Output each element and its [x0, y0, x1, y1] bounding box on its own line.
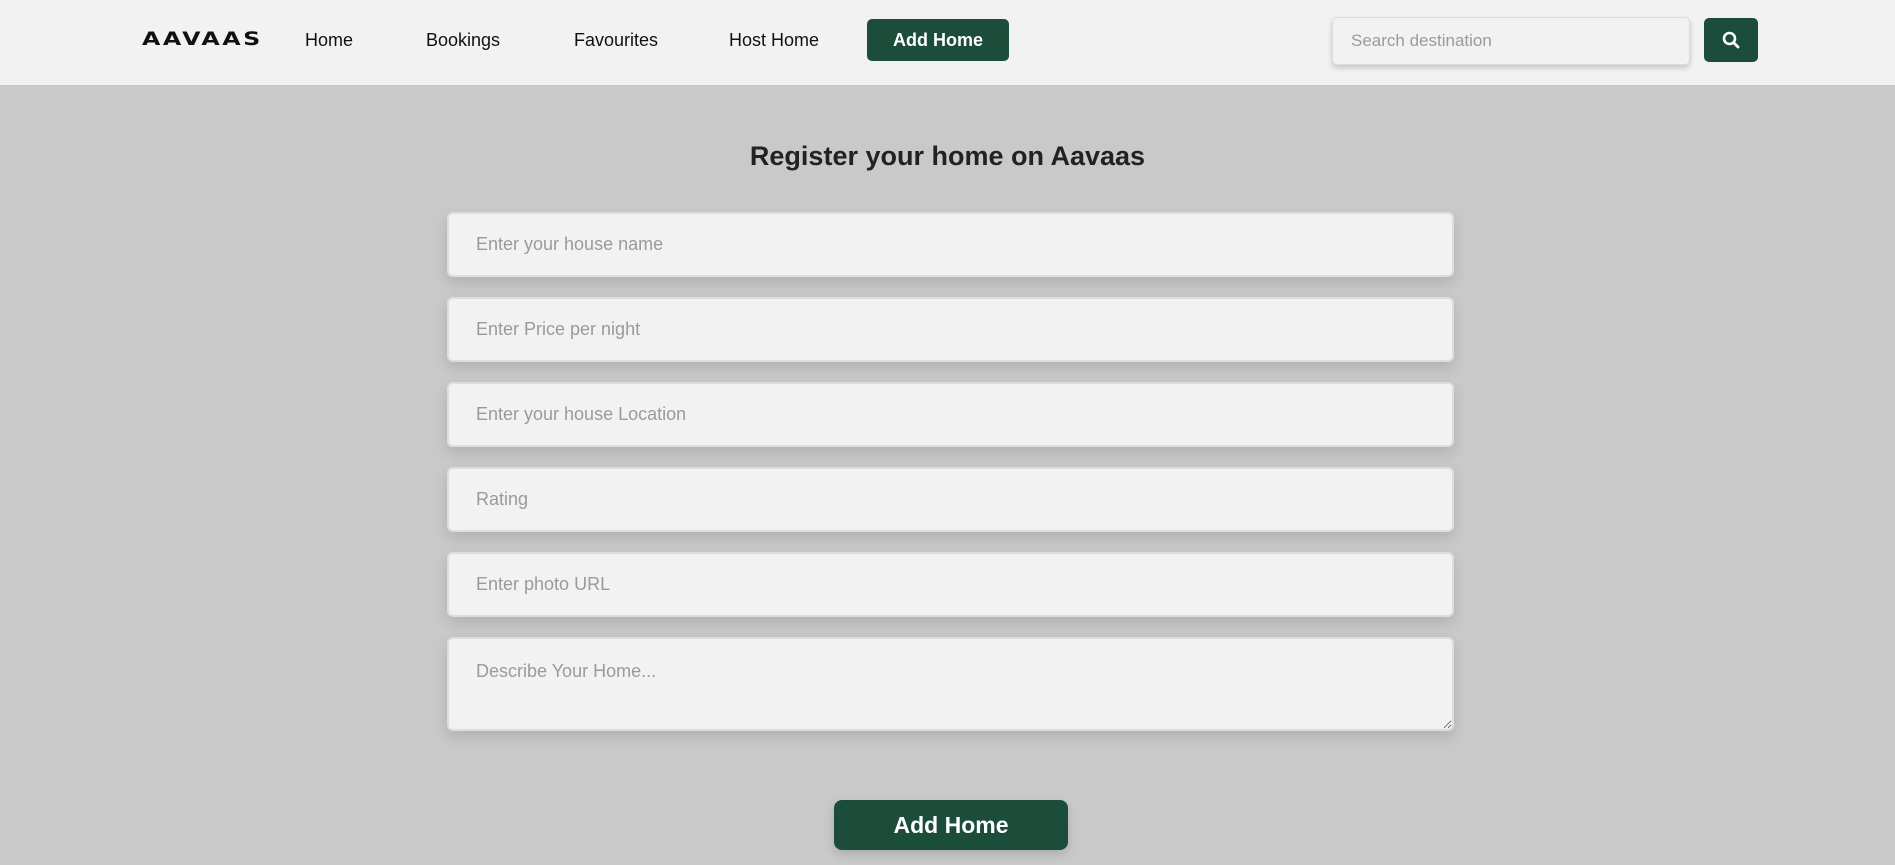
search-input[interactable] — [1332, 17, 1690, 65]
photo-url-input[interactable] — [447, 552, 1454, 617]
top-navbar: AAVAAS Home Bookings Favourites Host Hom… — [0, 0, 1895, 85]
add-home-submit-button[interactable]: Add Home — [834, 800, 1068, 850]
house-name-input[interactable] — [447, 212, 1454, 277]
search-button[interactable] — [1704, 18, 1758, 62]
rating-input[interactable] — [447, 467, 1454, 532]
nav-link-host-home[interactable]: Host Home — [729, 30, 819, 51]
nav-add-home-button[interactable]: Add Home — [867, 19, 1009, 61]
nav-link-favourites[interactable]: Favourites — [574, 30, 658, 51]
brand-logo[interactable]: AAVAAS — [142, 28, 263, 50]
price-input[interactable] — [447, 297, 1454, 362]
location-input[interactable] — [447, 382, 1454, 447]
nav-link-home[interactable]: Home — [305, 30, 353, 51]
nav-link-bookings[interactable]: Bookings — [426, 30, 500, 51]
description-textarea[interactable] — [447, 637, 1454, 731]
form-title: Register your home on Aavaas — [749, 141, 1146, 171]
search-icon — [1722, 31, 1740, 49]
